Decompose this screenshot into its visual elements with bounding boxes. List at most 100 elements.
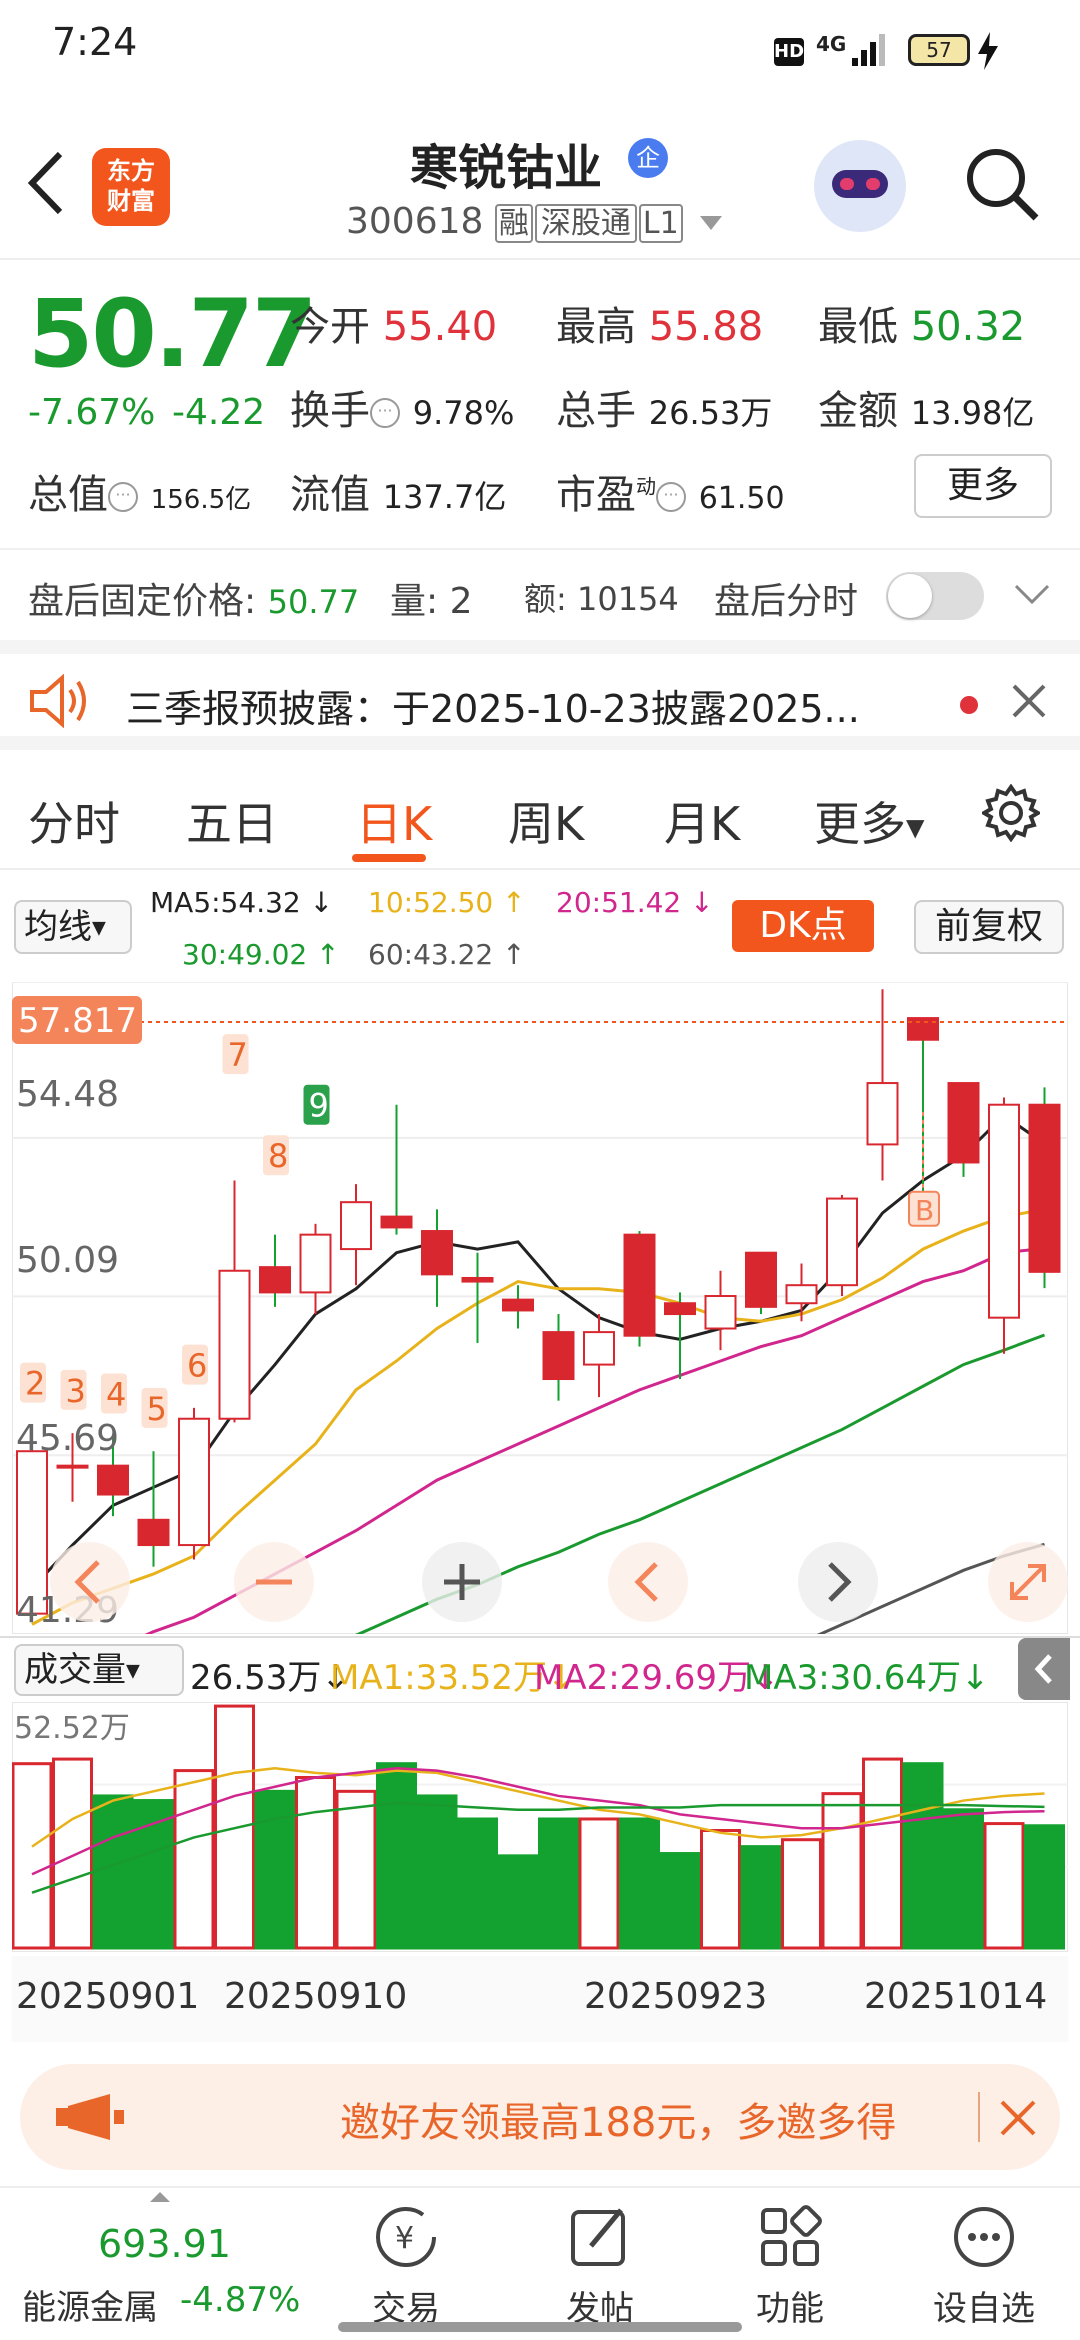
candle-body bbox=[380, 1215, 413, 1229]
candle-body bbox=[745, 1251, 777, 1308]
ma60-value: 60:43.22 ↑ bbox=[368, 938, 526, 971]
tab-monthly-k[interactable]: 月K bbox=[664, 788, 740, 854]
active-tab-indicator bbox=[352, 854, 426, 862]
td-signal: 6 bbox=[182, 1344, 208, 1385]
candle-body bbox=[97, 1464, 129, 1496]
chevron-down-icon bbox=[700, 216, 723, 230]
pe-label: 市盈 bbox=[556, 472, 636, 518]
qty-value: 2 bbox=[449, 581, 473, 622]
volume-bar bbox=[1024, 1824, 1065, 1950]
app-logo[interactable]: 东方 财富 bbox=[92, 148, 170, 226]
candle-body bbox=[461, 1276, 494, 1283]
td-signal-label: 6 bbox=[187, 1347, 207, 1385]
close-icon[interactable] bbox=[998, 2098, 1038, 2138]
tab-more-label: 更多 bbox=[814, 797, 906, 851]
search-icon[interactable] bbox=[962, 144, 1042, 224]
candle-body bbox=[704, 1295, 737, 1330]
nav-functions[interactable]: 功能 bbox=[730, 2202, 850, 2330]
tab-more[interactable]: 更多▼ bbox=[814, 788, 924, 854]
volume-text: 26.53万 bbox=[190, 1658, 322, 1698]
volume-bar bbox=[740, 1845, 782, 1950]
candle bbox=[1028, 1087, 1061, 1289]
td-signal-label: 8 bbox=[268, 1137, 288, 1175]
candle-body bbox=[178, 1417, 210, 1547]
date-label: 20250910 bbox=[224, 1976, 408, 2017]
invite-promo-banner[interactable]: 邀好友领最高188元，多邀多得 bbox=[20, 2064, 1060, 2170]
nav-post[interactable]: 发帖 bbox=[540, 2202, 660, 2330]
volume-bar bbox=[619, 1817, 660, 1950]
low-label: 最低 bbox=[818, 304, 898, 350]
indicator-select[interactable]: 成交量▼ bbox=[14, 1644, 184, 1696]
volume-metric: 总手 26.53万 bbox=[556, 378, 772, 436]
nav-add-watchlist[interactable]: 设自选 bbox=[924, 2202, 1044, 2330]
chevron-left-icon bbox=[1034, 1654, 1052, 1684]
low-value: 50.32 bbox=[910, 304, 1026, 350]
tab-weekly-k[interactable]: 周K bbox=[508, 788, 584, 854]
chart-control-bg bbox=[50, 1542, 130, 1622]
sector-index-widget[interactable]: 693.91 能源金属 -4.87% bbox=[14, 2192, 304, 2332]
price-axis-label: 54.48 bbox=[16, 1074, 119, 1115]
chevron-down-icon[interactable] bbox=[1012, 582, 1052, 608]
stock-code-row[interactable]: 300618 融深股通 L1 bbox=[346, 198, 723, 243]
td-signal-label: 3 bbox=[66, 1372, 86, 1410]
low-metric: 最低 50.32 bbox=[818, 294, 1025, 352]
amount-value: 13.98亿 bbox=[910, 394, 1035, 432]
info-dots-icon[interactable]: ··· bbox=[370, 398, 400, 428]
triangle-down-icon: ▼ bbox=[92, 917, 106, 939]
tab-timeshare[interactable]: 分时 bbox=[28, 788, 120, 854]
candle-body bbox=[988, 1103, 1020, 1319]
after-hours-toggle[interactable] bbox=[886, 572, 984, 620]
last-price: 50.77 bbox=[28, 280, 317, 389]
ma20-value: 20:51.42 ↓ bbox=[556, 886, 714, 919]
td-signal: 5 bbox=[141, 1387, 168, 1428]
ma60-text: 60:43.22 bbox=[368, 938, 494, 971]
collapse-panel-button[interactable] bbox=[1018, 1638, 1070, 1700]
after-hours-row: 盘后固定价格: 50.77 量: 2 额: 10154 盘后分时 bbox=[0, 548, 1080, 638]
bottom-nav: 693.91 能源金属 -4.87% ¥ 交易 发帖 功能 设自选 bbox=[0, 2186, 1080, 2340]
price-axis-label: 50.09 bbox=[16, 1240, 119, 1281]
candle bbox=[623, 1231, 656, 1347]
info-dots-icon[interactable]: ··· bbox=[656, 482, 686, 512]
tab-five-day[interactable]: 五日 bbox=[186, 788, 278, 854]
td-signal-label: 7 bbox=[228, 1036, 248, 1074]
level-tag: L1 bbox=[638, 204, 683, 243]
more-metrics-button[interactable]: 更多 bbox=[914, 454, 1052, 518]
ma-select[interactable]: 均线▼ bbox=[14, 900, 132, 954]
network-label: 4G bbox=[816, 32, 847, 56]
after-hours-timeshare-label: 盘后分时 bbox=[714, 581, 859, 622]
open-metric: 今开 55.40 bbox=[290, 294, 497, 352]
volume-bar bbox=[538, 1817, 579, 1950]
volume-bar bbox=[700, 1829, 741, 1950]
close-icon[interactable] bbox=[1010, 682, 1048, 720]
sector-name: 能源金属 bbox=[22, 2288, 158, 2328]
chart-tabs: 分时 五日 日K 周K 月K 更多▼ bbox=[0, 760, 1080, 870]
triangle-down-icon: ▼ bbox=[126, 1660, 140, 1682]
volume-bar bbox=[983, 1822, 1025, 1950]
gear-icon[interactable] bbox=[982, 784, 1040, 842]
td-signal: 8 bbox=[263, 1135, 289, 1176]
megaphone-icon bbox=[56, 2094, 124, 2140]
turnover-metric: 换手 ··· 9.78% bbox=[290, 378, 514, 436]
info-dots-icon[interactable]: ··· bbox=[108, 482, 138, 512]
date-axis: 20250901 20250910 20250923 20251014 bbox=[12, 1956, 1068, 2042]
divider bbox=[978, 2092, 980, 2142]
candlestick-chart[interactable]: 54.48 50.09 45.69 41.29 57.817 23456789B bbox=[12, 982, 1068, 1634]
back-icon[interactable] bbox=[26, 150, 66, 216]
battery-icon: 57 bbox=[908, 34, 970, 66]
status-bar: 7:24 HD 4G 57 bbox=[0, 0, 1080, 100]
float-label: 流值 bbox=[290, 472, 370, 518]
nav-trade[interactable]: ¥ 交易 bbox=[346, 2202, 466, 2330]
volume-value: 26.53万 bbox=[648, 394, 773, 432]
dk-point-button[interactable]: DK点 bbox=[732, 900, 874, 952]
volume-bar bbox=[376, 1762, 417, 1950]
price-adjust-button[interactable]: 前复权 bbox=[914, 900, 1064, 954]
announcement-bar[interactable]: 三季报预披露：于2025-10-23披露2025... bbox=[0, 640, 1080, 750]
volume-chart[interactable]: 52.52万 bbox=[12, 1702, 1068, 1952]
robot-assistant-icon[interactable] bbox=[814, 140, 906, 232]
candle-body bbox=[137, 1518, 170, 1547]
after-hours-qty: 量: 2 bbox=[390, 572, 473, 624]
grid-apps-icon bbox=[761, 2205, 822, 2266]
tab-daily-k[interactable]: 日K bbox=[356, 788, 432, 854]
price-axis-label: 45.69 bbox=[16, 1418, 119, 1459]
vol-ma3-text: MA3:30.64万 bbox=[744, 1658, 962, 1698]
